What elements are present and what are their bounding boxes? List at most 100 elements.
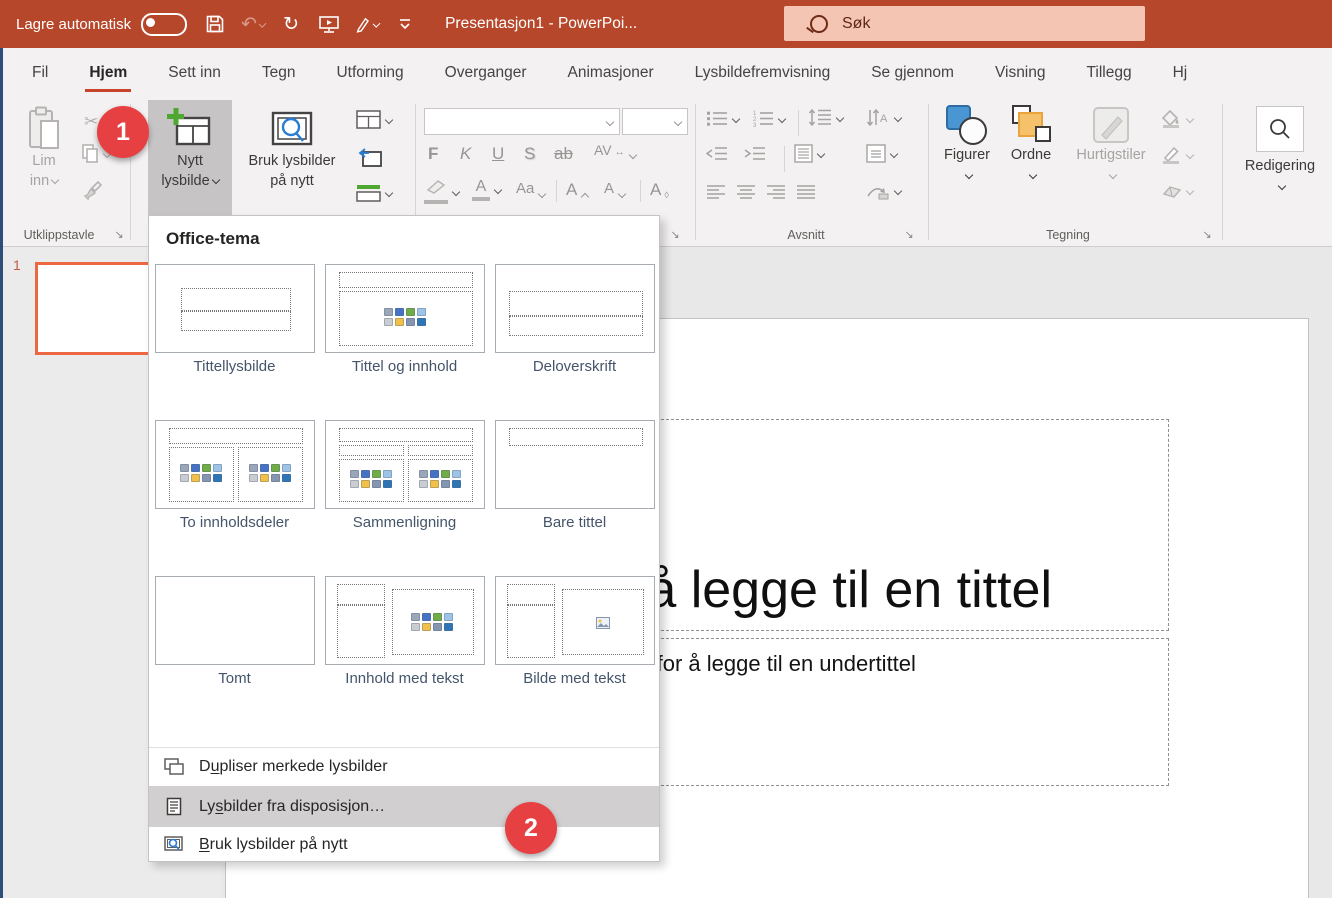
section-button[interactable] <box>356 184 392 202</box>
convert-smartart-button[interactable] <box>866 182 901 200</box>
content-icons <box>249 464 291 482</box>
shape-fill-button[interactable] <box>1162 110 1193 128</box>
align-right-button[interactable] <box>766 184 786 200</box>
shapes-button[interactable]: Figurer <box>938 104 996 178</box>
slide-layout-button[interactable] <box>356 110 392 129</box>
divider <box>640 180 641 202</box>
ribbon-tab-row: Fil Hjem Sett inn Tegn Utforming Overgan… <box>0 48 1332 98</box>
layout-bilde-med-tekst[interactable]: Bilde med tekst <box>493 576 656 732</box>
quick-styles-button[interactable]: Hurtigstiler <box>1066 104 1156 178</box>
text-direction-button[interactable]: A <box>866 108 901 127</box>
text-shadow-button[interactable]: S <box>524 144 535 164</box>
editing-chevron-icon <box>1277 181 1285 189</box>
bold-button[interactable]: F <box>428 144 438 164</box>
layout-tomt[interactable]: Tomt <box>153 576 316 732</box>
format-painter-icon[interactable] <box>82 180 102 200</box>
font-size-combo[interactable] <box>622 108 688 135</box>
bullets-button[interactable] <box>706 110 739 127</box>
slide-thumbnail[interactable] <box>35 262 165 355</box>
font-size-chevron-icon <box>674 117 682 125</box>
italic-button[interactable]: K <box>460 144 471 164</box>
underline-button[interactable]: U <box>492 144 504 164</box>
case-glyph: Aa <box>516 180 534 197</box>
strikethrough-button[interactable]: ab <box>554 144 573 164</box>
undo-icon[interactable]: ↶ <box>241 12 265 36</box>
paragraph-dialog-launcher[interactable]: ↘ <box>902 228 916 242</box>
divider <box>556 180 557 202</box>
redo-icon[interactable]: ↻ <box>279 12 303 36</box>
shape-outline-button[interactable] <box>1162 146 1193 164</box>
shapes-label: Figurer <box>944 146 990 166</box>
tab-tegn[interactable]: Tegn <box>260 58 298 88</box>
grow-font-button[interactable]: A <box>566 180 588 200</box>
layout-to-innholdsdeler[interactable]: To innholdsdeler <box>153 420 316 576</box>
tab-fil[interactable]: Fil <box>30 58 50 88</box>
clipboard-dialog-launcher[interactable]: ↘ <box>112 228 126 242</box>
qat-customize-icon[interactable] <box>393 12 417 36</box>
font-dialog-launcher[interactable]: ↘ <box>668 228 682 242</box>
reuse-slides-button[interactable]: Bruk lysbilder på nytt <box>234 100 350 215</box>
layout-innhold-med-tekst[interactable]: Innhold med tekst <box>323 576 486 732</box>
change-case-button[interactable]: Aa <box>516 180 545 197</box>
tab-hjelp[interactable]: Hj <box>1171 58 1190 88</box>
layout-bare-tittel[interactable]: Bare tittel <box>493 420 656 576</box>
spacing-glyph: AV <box>594 142 612 158</box>
reuse-slides-item[interactable]: Bruk lysbilder på nytt <box>149 827 659 863</box>
tab-se-gjennom[interactable]: Se gjennom <box>869 58 956 88</box>
search-box[interactable]: Søk <box>784 6 1145 41</box>
section-chevron-icon <box>385 189 393 197</box>
picture-icon <box>596 617 610 629</box>
layout-tittel-og-innhold[interactable]: Tittel og innhold <box>323 264 486 420</box>
align-text-button[interactable] <box>866 144 897 163</box>
slides-from-outline-item[interactable]: Lysbilder fra disposisjon… <box>149 786 659 827</box>
columns-button[interactable] <box>794 144 824 163</box>
decrease-indent-button[interactable] <box>706 146 728 161</box>
group-divider <box>695 104 696 240</box>
tab-visning[interactable]: Visning <box>993 58 1048 88</box>
font-name-combo[interactable] <box>424 108 620 135</box>
paste-button[interactable]: Lim inn <box>12 106 76 191</box>
character-spacing-button[interactable]: AV↔ <box>594 142 636 158</box>
ink-touch-icon[interactable] <box>355 12 379 36</box>
tab-utforming[interactable]: Utforming <box>334 58 405 88</box>
layout-sammenligning[interactable]: Sammenligning <box>323 420 486 576</box>
reset-slide-button[interactable] <box>356 146 382 168</box>
highlight-color-button[interactable] <box>424 180 459 204</box>
arrange-chevron-icon <box>1028 170 1036 178</box>
title-bar: Lagre automatisk ↶ ↻ Presentasjon1 - Pow… <box>0 0 1332 48</box>
drawing-group-label: Tegning <box>938 228 1198 242</box>
layout-deloverskrift[interactable]: Deloverskrift <box>493 264 656 420</box>
editing-button[interactable]: Redigering <box>1240 106 1320 189</box>
start-slideshow-icon[interactable] <box>317 12 341 36</box>
case-chevron-icon <box>538 190 546 198</box>
tab-animasjoner[interactable]: Animasjoner <box>566 58 656 88</box>
tab-sett-inn[interactable]: Sett inn <box>166 58 223 88</box>
tab-hjem[interactable]: Hjem <box>87 58 129 88</box>
align-left-button[interactable] <box>706 184 726 200</box>
new-slide-label-line2: lysbilde <box>161 173 209 189</box>
autosave-toggle[interactable] <box>141 13 187 36</box>
justify-button[interactable] <box>796 184 816 200</box>
line-spacing-button[interactable] <box>808 108 843 127</box>
align-center-button[interactable] <box>736 184 756 200</box>
clear-formatting-button[interactable]: A◊ <box>650 180 669 200</box>
drawing-dialog-launcher[interactable]: ↘ <box>1200 228 1214 242</box>
font-color-button[interactable]: A <box>472 178 501 201</box>
duplicate-slides-item[interactable]: Dupliser merkede lysbilder <box>149 748 659 786</box>
new-slide-chevron-icon <box>211 175 219 183</box>
arrange-label: Ordne <box>1011 146 1051 166</box>
numbering-button[interactable]: 123 <box>752 110 785 127</box>
paste-chevron-icon <box>51 175 59 183</box>
shrink-font-button[interactable]: A <box>604 180 625 197</box>
arrange-button[interactable]: Ordne <box>1000 104 1062 178</box>
tab-lysbildefremvisning[interactable]: Lysbildefremvisning <box>693 58 833 88</box>
new-slide-button[interactable]: Nytt lysbilde <box>148 100 232 215</box>
save-icon[interactable] <box>203 12 227 36</box>
layout-tittellysbilde[interactable]: Tittellysbilde <box>153 264 316 420</box>
tab-tillegg[interactable]: Tillegg <box>1085 58 1134 88</box>
increase-indent-button[interactable] <box>744 146 766 161</box>
shape-effects-button[interactable] <box>1162 182 1193 200</box>
menu-commands: Dupliser merkede lysbilder Lysbilder fra… <box>149 747 659 863</box>
content-icons <box>384 308 426 326</box>
tab-overganger[interactable]: Overganger <box>443 58 529 88</box>
